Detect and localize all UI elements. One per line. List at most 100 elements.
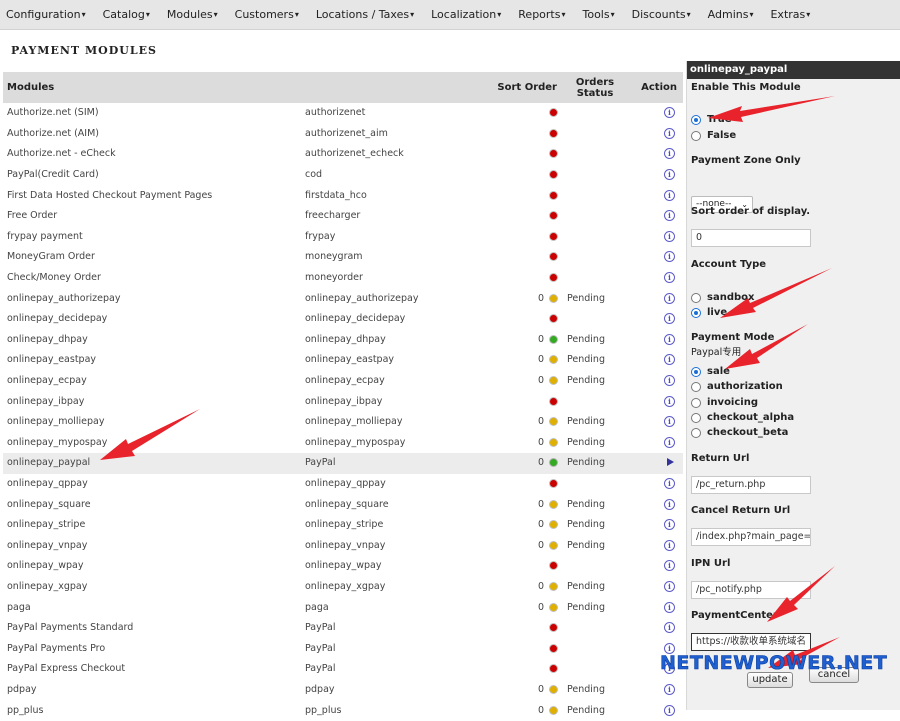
info-icon[interactable]: i: [664, 210, 675, 222]
mode-checkout-beta-radio[interactable]: [691, 427, 701, 438]
mode-authorization-radio[interactable]: [691, 381, 701, 392]
mode-checkout-alpha-option[interactable]: checkout_alpha: [691, 412, 794, 423]
table-row[interactable]: PayPal Payments Standard PayPal i: [3, 618, 683, 639]
info-icon[interactable]: i: [664, 683, 675, 695]
table-row[interactable]: pp_plus pp_plus 0 Pending i: [3, 700, 683, 721]
cancel-button[interactable]: cancel: [809, 667, 859, 683]
table-row[interactable]: onlinepay_qppay onlinepay_qppay i: [3, 474, 683, 495]
info-icon[interactable]: i: [664, 127, 675, 139]
status-dot-icon[interactable]: [550, 438, 557, 446]
status-dot-icon[interactable]: [550, 479, 557, 487]
account-live-radio[interactable]: [691, 307, 701, 318]
menu-item-locations-taxes[interactable]: Locations / Taxes▾: [314, 8, 416, 21]
info-icon[interactable]: i: [664, 560, 675, 572]
table-row[interactable]: Authorize.net - eCheck authorizenet_echec…: [3, 144, 683, 165]
table-row[interactable]: onlinepay_eastpay onlinepay_eastpay 0 Pendi…: [3, 350, 683, 371]
table-row[interactable]: onlinepay_dhpay onlinepay_dhpay 0 Pending i: [3, 330, 683, 351]
menu-item-customers[interactable]: Customers▾: [233, 8, 301, 21]
menu-item-extras[interactable]: Extras▾: [768, 8, 812, 21]
table-row[interactable]: paga paga 0 Pending i: [3, 597, 683, 618]
info-icon[interactable]: i: [664, 580, 675, 592]
status-dot-icon[interactable]: [550, 541, 557, 549]
info-icon[interactable]: i: [664, 169, 675, 181]
table-row[interactable]: onlinepay_molliepay onlinepay_molliepay 0 P…: [3, 412, 683, 433]
status-dot-icon[interactable]: [550, 397, 557, 405]
status-dot-icon[interactable]: [550, 335, 557, 343]
status-dot-icon[interactable]: [550, 603, 557, 611]
info-icon[interactable]: i: [664, 230, 675, 242]
menu-item-modules[interactable]: Modules▾: [165, 8, 220, 21]
info-icon[interactable]: i: [664, 477, 675, 489]
status-dot-icon[interactable]: [550, 232, 557, 240]
table-row[interactable]: Free Order freecharger i: [3, 206, 683, 227]
return-url-input[interactable]: /pc_return.php: [691, 476, 811, 494]
mode-checkout-beta-option[interactable]: checkout_beta: [691, 427, 788, 438]
account-sandbox-option[interactable]: sandbox: [691, 292, 754, 303]
status-dot-icon[interactable]: [550, 315, 557, 323]
status-dot-icon[interactable]: [550, 624, 557, 632]
status-dot-icon[interactable]: [550, 562, 557, 570]
table-row[interactable]: onlinepay_paypal PayPal 0 Pending: [3, 453, 683, 474]
table-row[interactable]: PayPal(Credit Card) cod i: [3, 165, 683, 186]
status-dot-icon[interactable]: [550, 665, 557, 673]
info-icon[interactable]: i: [664, 704, 675, 716]
table-row[interactable]: PayPal Express Checkout PayPal i: [3, 659, 683, 680]
info-icon[interactable]: i: [664, 539, 675, 551]
table-row[interactable]: onlinepay_vnpay onlinepay_vnpay 0 Pending i: [3, 535, 683, 556]
status-dot-icon[interactable]: [550, 212, 557, 220]
menu-item-admins[interactable]: Admins▾: [706, 8, 756, 21]
menu-item-tools[interactable]: Tools▾: [581, 8, 617, 21]
status-dot-icon[interactable]: [550, 274, 557, 282]
info-icon[interactable]: i: [664, 333, 675, 345]
info-icon[interactable]: i: [664, 189, 675, 201]
info-icon[interactable]: i: [664, 395, 675, 407]
info-icon[interactable]: i: [664, 416, 675, 428]
mode-sale-option[interactable]: sale: [691, 366, 730, 377]
menu-item-catalog[interactable]: Catalog▾: [101, 8, 152, 21]
table-row[interactable]: onlinepay_decidepay onlinepay_decidepay i: [3, 309, 683, 330]
info-icon[interactable]: i: [664, 107, 675, 119]
table-row[interactable]: onlinepay_ecpay onlinepay_ecpay 0 Pending i: [3, 371, 683, 392]
status-dot-icon[interactable]: [550, 129, 557, 137]
status-dot-icon[interactable]: [550, 459, 557, 467]
mode-invoicing-radio[interactable]: [691, 397, 701, 408]
cancel-return-url-input[interactable]: /index.php?main_page=s: [691, 528, 811, 546]
account-sandbox-radio[interactable]: [691, 292, 701, 303]
table-row[interactable]: onlinepay_authorizepay onlinepay_authoriz…: [3, 288, 683, 309]
status-dot-icon[interactable]: [550, 109, 557, 117]
enable-false-option[interactable]: False: [691, 130, 736, 141]
menu-item-reports[interactable]: Reports▾: [516, 8, 567, 21]
selected-arrow-icon[interactable]: [667, 458, 674, 467]
info-icon[interactable]: i: [664, 375, 675, 387]
table-row[interactable]: onlinepay_ibpay onlinepay_ibpay i: [3, 391, 683, 412]
payment-center-input[interactable]: https://收款收单系统域名: [691, 633, 811, 651]
status-dot-icon[interactable]: [550, 521, 557, 529]
table-row[interactable]: onlinepay_stripe onlinepay_stripe 0 Pending…: [3, 515, 683, 536]
status-dot-icon[interactable]: [550, 582, 557, 590]
table-row[interactable]: First Data Hosted Checkout Payment Pages…: [3, 185, 683, 206]
update-button[interactable]: update: [747, 672, 793, 688]
info-icon[interactable]: i: [664, 498, 675, 510]
info-icon[interactable]: i: [664, 292, 675, 304]
info-icon[interactable]: i: [664, 601, 675, 613]
ipn-url-input[interactable]: /pc_notify.php: [691, 581, 811, 599]
mode-sale-radio[interactable]: [691, 366, 701, 377]
mode-checkout-alpha-radio[interactable]: [691, 412, 701, 423]
info-icon[interactable]: i: [664, 519, 675, 531]
info-icon[interactable]: i: [664, 642, 675, 654]
table-row[interactable]: PayPal Payments Pro PayPal i: [3, 638, 683, 659]
info-icon[interactable]: i: [664, 354, 675, 366]
status-dot-icon[interactable]: [550, 500, 557, 508]
info-icon[interactable]: i: [664, 251, 675, 263]
menu-item-localization[interactable]: Localization▾: [429, 8, 503, 21]
enable-true-option[interactable]: True: [691, 114, 732, 125]
menu-item-discounts[interactable]: Discounts▾: [630, 8, 693, 21]
status-dot-icon[interactable]: [550, 377, 557, 385]
info-icon[interactable]: i: [664, 313, 675, 325]
table-row[interactable]: onlinepay_square onlinepay_square 0 Pending…: [3, 494, 683, 515]
info-icon[interactable]: i: [664, 663, 675, 675]
status-dot-icon[interactable]: [550, 418, 557, 426]
table-row[interactable]: Authorize.net (SIM) authorizenet i: [3, 103, 683, 124]
mode-authorization-option[interactable]: authorization: [691, 381, 783, 392]
menu-item-configuration[interactable]: Configuration▾: [4, 8, 88, 21]
